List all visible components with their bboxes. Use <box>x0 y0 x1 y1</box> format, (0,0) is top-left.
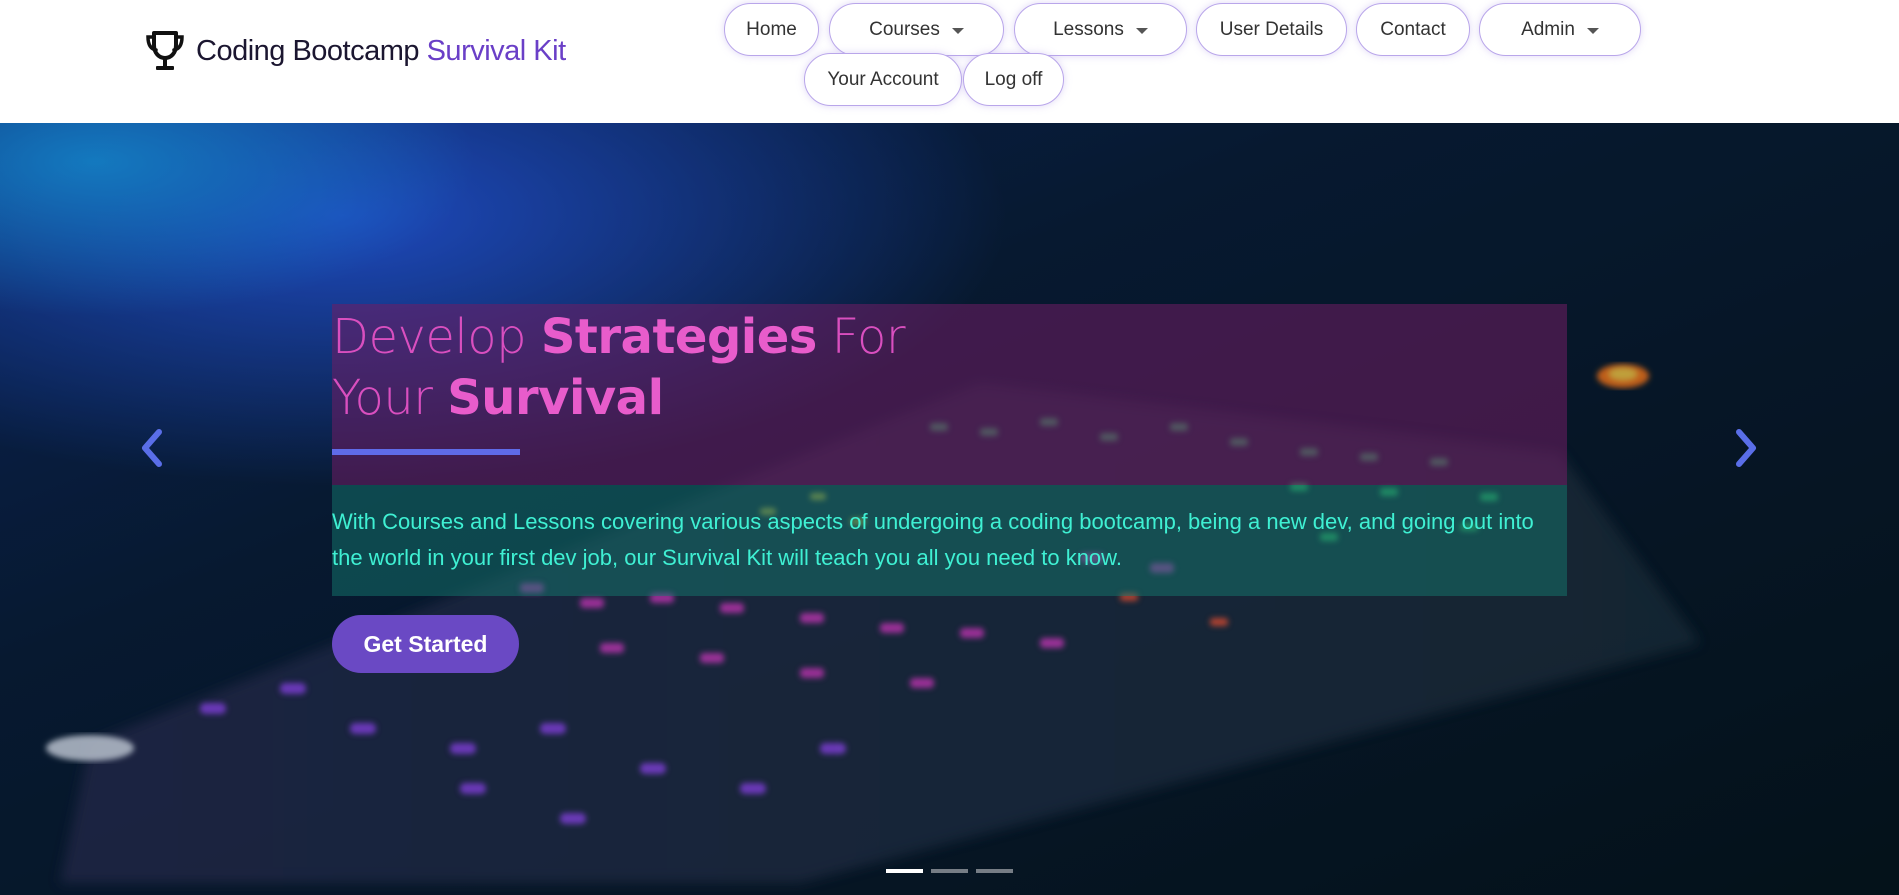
nav-user-details-button[interactable]: User Details <box>1196 3 1347 56</box>
carousel-indicators <box>886 869 1013 873</box>
headline-part-4: Your <box>332 370 448 426</box>
nav-contact-label: Contact <box>1380 18 1446 40</box>
nav-home-label: Home <box>746 18 797 40</box>
chevron-right-icon <box>1731 427 1761 474</box>
nav-lessons-dropdown[interactable]: Lessons <box>1014 3 1187 56</box>
carousel-indicator-1[interactable] <box>886 869 923 873</box>
headline-underline <box>332 449 520 455</box>
carousel-indicator-2[interactable] <box>931 869 968 873</box>
chevron-left-icon <box>137 427 167 474</box>
hero-carousel: Develop Strategies For Your Survival Wit… <box>0 123 1899 895</box>
brand-name-primary: Coding Bootcamp <box>196 34 420 67</box>
headline-part-5: Survival <box>447 370 664 426</box>
nav-courses-label: Courses <box>869 18 940 40</box>
carousel-prev-button[interactable] <box>132 422 172 478</box>
nav-admin-label: Admin <box>1521 18 1575 40</box>
get-started-button[interactable]: Get Started <box>332 615 519 673</box>
nav-log-off-button[interactable]: Log off <box>963 53 1064 106</box>
caret-down-icon <box>951 27 964 34</box>
nav-log-off-label: Log off <box>984 68 1043 90</box>
headline-part-3: For <box>816 309 906 365</box>
caret-down-icon <box>1586 27 1599 34</box>
nav-contact-button[interactable]: Contact <box>1356 3 1470 56</box>
nav-user-details-label: User Details <box>1219 18 1324 40</box>
brand-name-accent: Survival Kit <box>426 34 567 67</box>
nav-courses-dropdown[interactable]: Courses <box>829 3 1004 56</box>
trophy-icon <box>142 28 188 74</box>
headline-part-1: Develop <box>332 309 541 365</box>
nav-admin-dropdown[interactable]: Admin <box>1479 3 1641 56</box>
nav-home-button[interactable]: Home <box>724 3 819 56</box>
hero-headline: Develop Strategies For Your Survival <box>332 307 1032 429</box>
brand-name: Coding Bootcamp Survival Kit <box>196 35 566 68</box>
brand-logo[interactable]: Coding Bootcamp Survival Kit <box>142 28 566 74</box>
get-started-label: Get Started <box>363 630 488 657</box>
carousel-next-button[interactable] <box>1726 422 1766 478</box>
nav-your-account-button[interactable]: Your Account <box>804 53 962 106</box>
caret-down-icon <box>1135 27 1148 34</box>
headline-part-2: Strategies <box>540 309 818 365</box>
hero-description: With Courses and Lessons covering variou… <box>332 509 1534 570</box>
carousel-indicator-3[interactable] <box>976 869 1013 873</box>
nav-lessons-label: Lessons <box>1053 18 1124 40</box>
nav-your-account-label: Your Account <box>827 68 939 90</box>
site-header: Coding Bootcamp Survival Kit Home Course… <box>0 0 1899 123</box>
